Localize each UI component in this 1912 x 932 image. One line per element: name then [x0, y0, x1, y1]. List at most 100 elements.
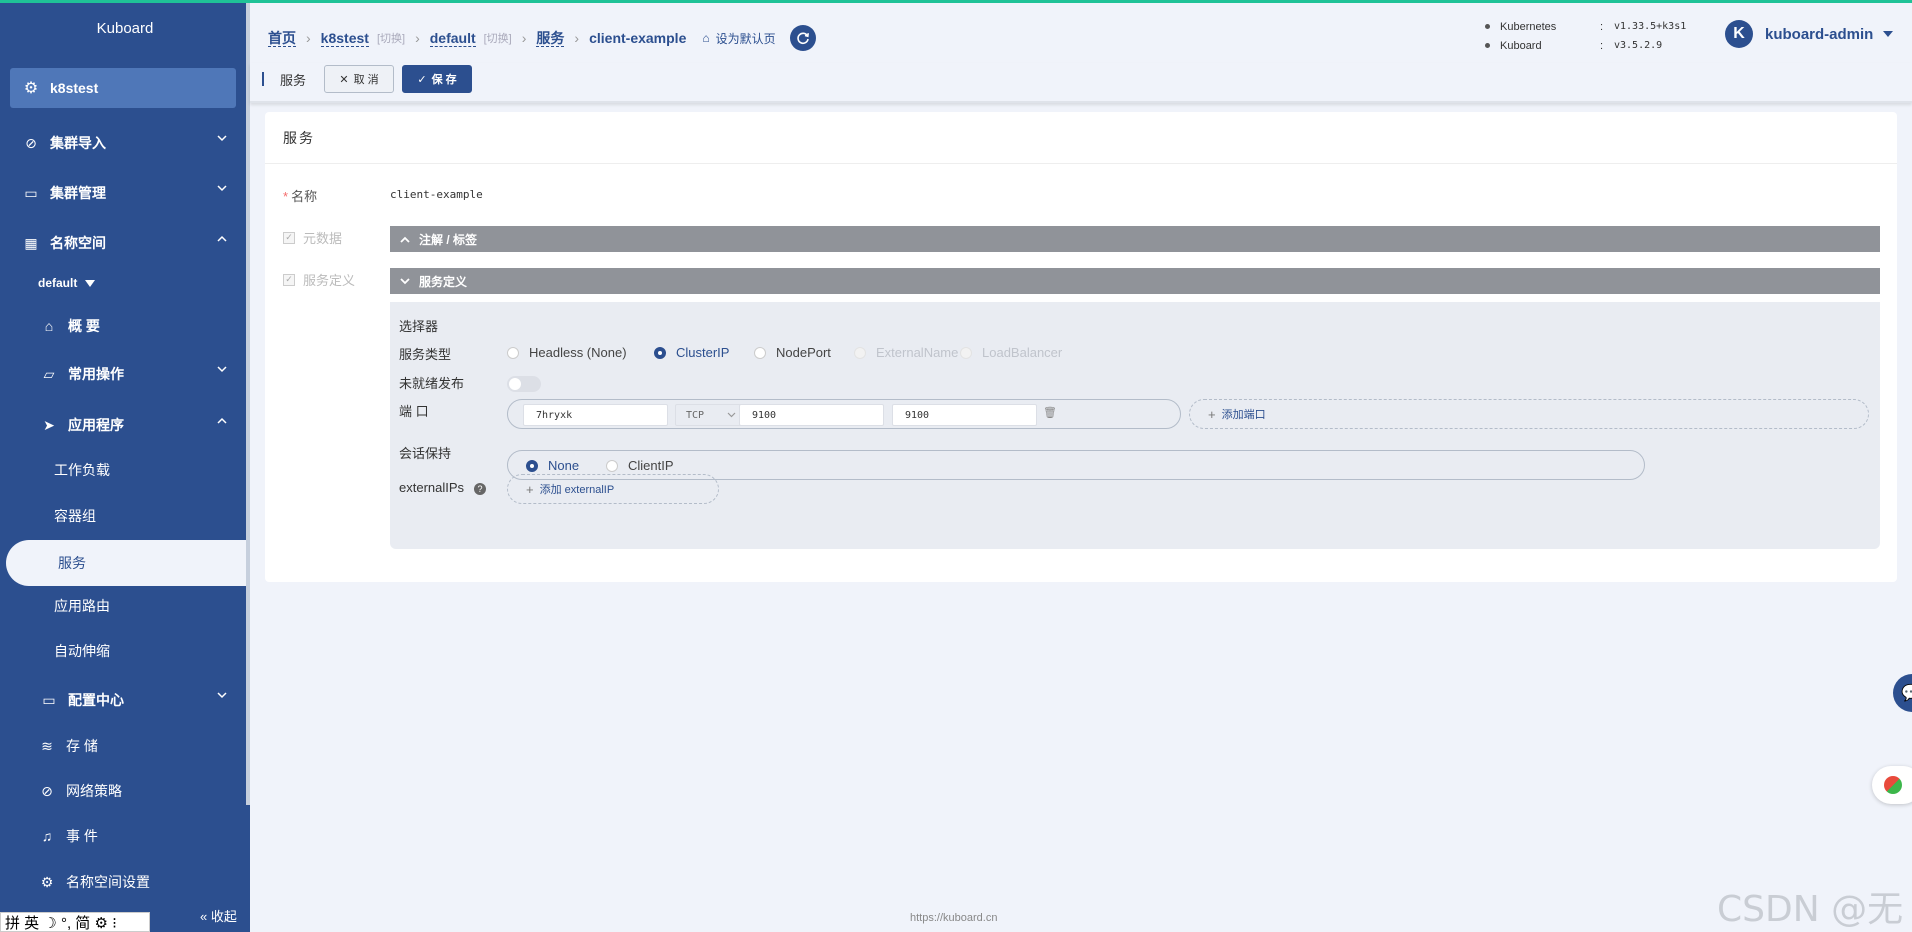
sidebar: Kuboard ⚙ k8stest ⊘ 集群导入 ▭ 集群管理 ▦ 名称空间 d…: [0, 0, 250, 932]
sidebar-item-common-ops[interactable]: ▱ 常用操作: [0, 354, 250, 394]
ime-text: 拼 英 ☽ °, 简 ⚙ ⁝: [5, 914, 117, 932]
save-button[interactable]: ✓ 保 存: [402, 65, 472, 93]
radio-loadbalancer[interactable]: LoadBalancer: [960, 345, 1062, 360]
refresh-button[interactable]: [789, 25, 816, 51]
radio-label: None: [548, 458, 580, 473]
spec-checkbox[interactable]: ✓ 服务定义: [283, 270, 355, 289]
sidebar-item-cluster-import[interactable]: ⊘ 集群导入: [0, 123, 250, 163]
sidebar-item-label: 自动伸缩: [54, 643, 110, 659]
port-row: 7hryxk TCP 9100 9100 🗑: [507, 399, 1181, 429]
annotations-bar-label: 注解 / 标签: [419, 232, 478, 247]
add-port-button[interactable]: + 添加端口: [1189, 399, 1869, 429]
radio-session-none[interactable]: None: [526, 458, 579, 473]
assistant-float-button[interactable]: [1872, 766, 1912, 804]
save-label: 保 存: [431, 74, 457, 86]
sidebar-item-label: 概 要: [68, 318, 100, 334]
chevron-down-icon: [727, 410, 736, 421]
protocol-select[interactable]: TCP: [675, 404, 745, 426]
app-title: Kuboard: [96, 20, 154, 37]
radio-externalname[interactable]: ExternalName: [854, 345, 958, 360]
radio-circle: [606, 459, 618, 472]
radio-clusterip[interactable]: ClusterIP: [654, 345, 729, 360]
sidebar-item-applications[interactable]: ➤ 应用程序: [0, 405, 250, 445]
cluster-selector[interactable]: ⚙ k8stest: [10, 68, 236, 108]
sidebar-item-config-center[interactable]: ▭ 配置中心: [0, 680, 250, 720]
sidebar-item-events[interactable]: ♫ 事 件: [0, 816, 250, 856]
radio-label: ExternalName: [876, 345, 959, 360]
breadcrumb-section[interactable]: 服务: [536, 30, 565, 47]
help-icon[interactable]: ?: [474, 482, 487, 495]
sidebar-item-services[interactable]: 服务: [6, 540, 250, 586]
caret-down-icon: [85, 279, 96, 287]
wallet-icon: ▭: [42, 691, 56, 708]
port-name-input[interactable]: 7hryxk: [523, 404, 668, 426]
unready-publish-toggle[interactable]: [507, 376, 541, 392]
external-ips-label: externalIPs?: [399, 480, 487, 495]
cancel-label: 取 消: [353, 74, 379, 86]
breadcrumb-home[interactable]: 首页: [268, 30, 296, 47]
collapse-sidebar-button[interactable]: « 收起: [200, 906, 237, 925]
radio-circle: [754, 346, 766, 359]
radio-session-clientip[interactable]: ClientIP: [606, 458, 674, 473]
sidebar-item-storage[interactable]: ≋ 存 储: [0, 726, 250, 766]
sidebar-item-autoscaling[interactable]: 自动伸缩: [0, 631, 250, 671]
breadcrumb-cluster[interactable]: k8stest: [320, 30, 369, 47]
sidebar-item-pods[interactable]: 容器组: [0, 496, 250, 536]
chevron-down-icon: [217, 692, 227, 701]
sidebar-item-label: 网络策略: [66, 783, 122, 799]
port-input[interactable]: 9100: [739, 404, 884, 426]
ime-toolbar[interactable]: 拼 英 ☽ °, 简 ⚙ ⁝: [0, 912, 150, 932]
unready-publish-label: 未就绪发布: [399, 376, 465, 391]
namespace-selector[interactable]: default: [38, 276, 96, 290]
refresh-icon: [796, 32, 809, 45]
sidebar-item-label: 常用操作: [68, 366, 124, 382]
sidebar-item-workloads[interactable]: 工作负载: [0, 450, 250, 490]
sidebar-item-network-policy[interactable]: ⊘ 网络策略: [0, 771, 250, 811]
version-info: Kubernetes : v1.33.5+k3s1 Kuboard : v3.5…: [1485, 17, 1686, 55]
radio-label: LoadBalancer: [982, 345, 1063, 360]
required-mark: *: [283, 189, 289, 204]
set-default-page-button[interactable]: ⌂ 设为默认页: [702, 30, 775, 47]
sidebar-item-overview[interactable]: ⌂ 概 要: [0, 306, 250, 346]
gear-icon: ⚙: [40, 873, 54, 890]
chevron-up-icon: [217, 235, 227, 244]
sidebar-item-cluster-manage[interactable]: ▭ 集群管理: [0, 173, 250, 213]
metadata-checkbox[interactable]: ✓ 元数据: [283, 228, 342, 247]
radio-headless[interactable]: Headless (None): [507, 345, 627, 360]
sidebar-scrollbar[interactable]: [246, 0, 250, 805]
version-row: Kubernetes : v1.33.5+k3s1: [1485, 17, 1686, 36]
sidebar-item-label: 事 件: [66, 828, 98, 844]
user-name: kuboard-admin: [1765, 25, 1874, 43]
radio-nodeport[interactable]: NodePort: [754, 345, 831, 360]
target-port-input[interactable]: 9100: [892, 404, 1037, 426]
footer-link[interactable]: https://kuboard.cn: [910, 912, 997, 924]
annotations-labels-bar[interactable]: 注解 / 标签: [390, 226, 1880, 252]
radio-label: NodePort: [776, 345, 831, 360]
trash-icon[interactable]: 🗑: [1043, 406, 1057, 419]
chevron-right-icon: ›: [306, 30, 311, 46]
chevron-up-icon: [217, 417, 227, 426]
database-icon: ≋: [41, 737, 53, 754]
chat-float-button[interactable]: 💬: [1893, 674, 1912, 712]
name-value: client-example: [390, 188, 483, 201]
sidebar-item-ingress[interactable]: 应用路由: [0, 586, 250, 626]
sidebar-item-namespace-settings[interactable]: ⚙ 名称空间设置: [0, 862, 250, 902]
box-icon: ▭: [24, 184, 38, 201]
breadcrumb-namespace[interactable]: default: [429, 30, 476, 47]
cancel-button[interactable]: ✕ 取 消: [324, 65, 394, 93]
sidebar-item-label: 配置中心: [68, 692, 124, 708]
add-external-ip-button[interactable]: + 添加 externalIP: [507, 474, 719, 504]
switch-namespace-link[interactable]: [切换]: [484, 30, 512, 46]
send-icon: ➤: [43, 416, 55, 433]
service-type-label: 服务类型: [399, 347, 452, 362]
check-icon: ✓: [417, 73, 427, 86]
service-spec-bar[interactable]: 服务定义: [390, 268, 1880, 294]
switch-cluster-link[interactable]: [切换]: [377, 30, 405, 46]
link-icon: ⊘: [25, 134, 37, 151]
home-icon: ⌂: [702, 31, 710, 45]
namespace-name: default: [38, 276, 78, 290]
user-menu[interactable]: K kuboard-admin: [1725, 20, 1894, 48]
breadcrumb-current: client-example: [589, 30, 687, 46]
sidebar-item-namespace[interactable]: ▦ 名称空间: [0, 223, 250, 263]
sidebar-item-label: 存 储: [66, 738, 98, 754]
